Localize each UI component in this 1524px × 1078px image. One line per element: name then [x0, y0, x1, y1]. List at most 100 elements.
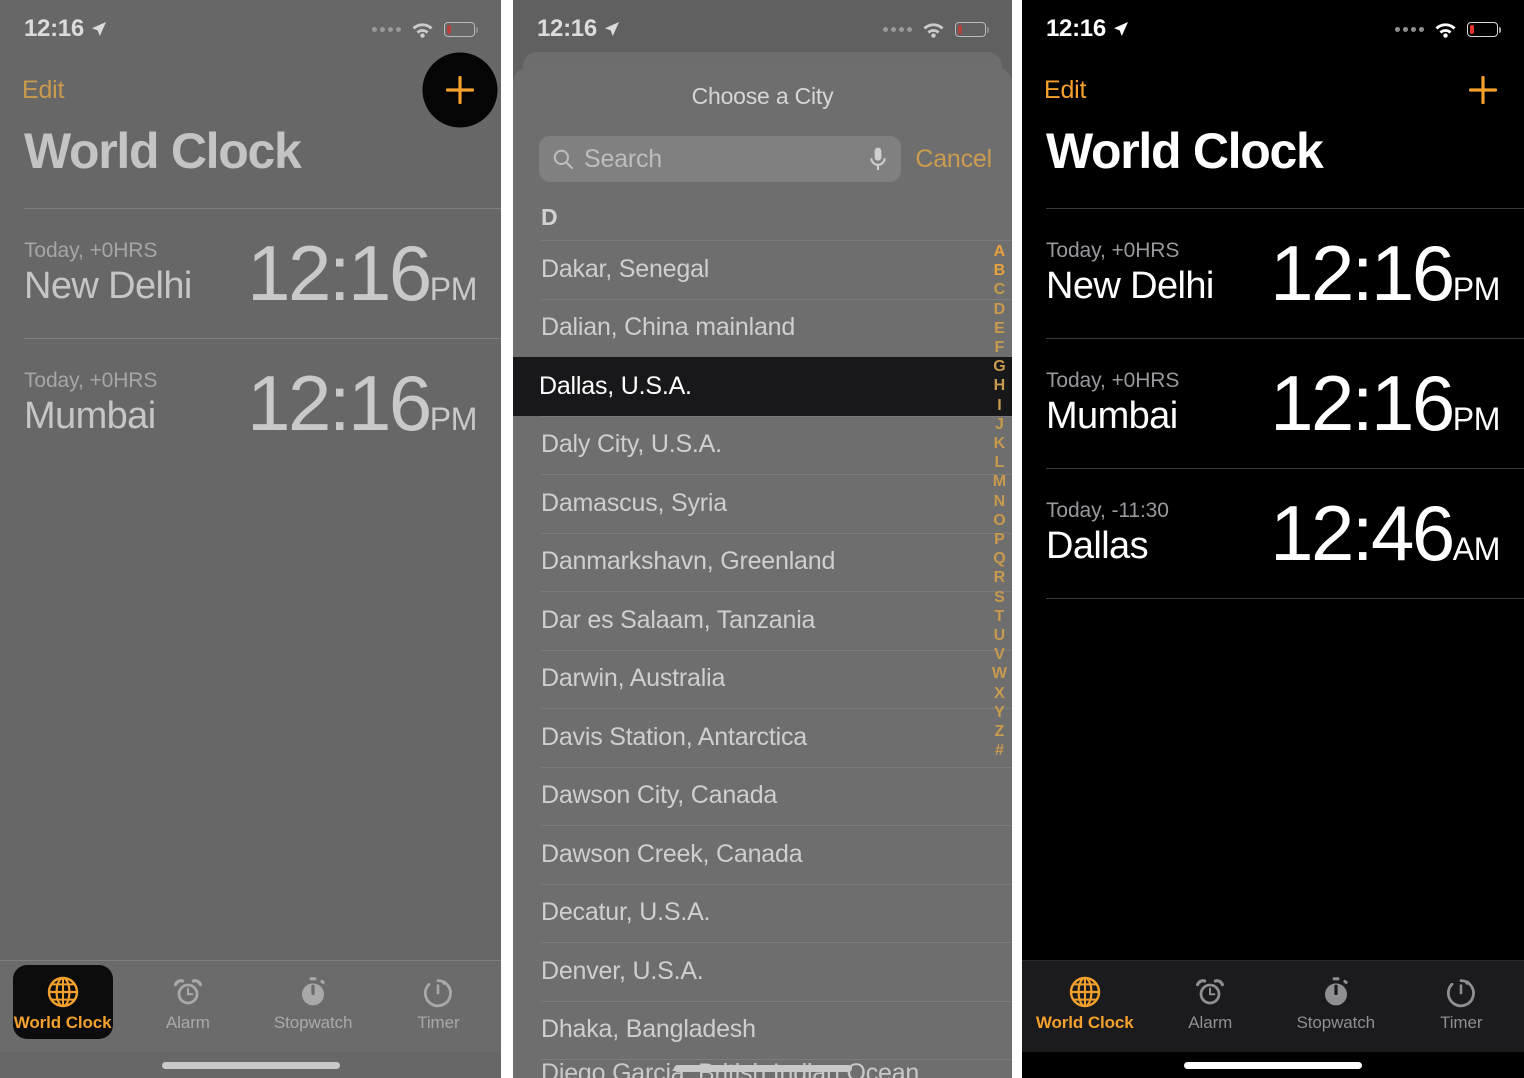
alpha-index-letter[interactable]: S: [994, 588, 1005, 607]
clock-row[interactable]: Today, +0HRS Mumbai 12:16 PM: [1046, 338, 1524, 468]
list-item[interactable]: Dalian, China mainland: [513, 298, 1012, 358]
alpha-index-letter[interactable]: A: [994, 242, 1006, 261]
alpha-index-letter[interactable]: X: [994, 684, 1005, 703]
clock-offset: Today, -11:30: [1046, 498, 1169, 522]
alpha-index-letter[interactable]: J: [995, 415, 1004, 434]
alpha-index-letter[interactable]: U: [994, 626, 1006, 645]
timer-icon: [1447, 979, 1476, 1008]
tab-stopwatch[interactable]: Stopwatch: [1273, 969, 1399, 1033]
battery-low-icon: [1467, 21, 1501, 37]
search-bar: Search Cancel: [513, 124, 1012, 194]
tab-world-clock[interactable]: World Clock: [0, 965, 125, 1039]
alpha-index-letter[interactable]: L: [995, 453, 1005, 472]
sheet-title: Choose a City: [691, 82, 834, 109]
clock-city: New Delhi: [1046, 264, 1214, 307]
location-arrow-icon: [604, 22, 619, 36]
search-icon: [553, 149, 574, 170]
alpha-index-letter[interactable]: V: [994, 645, 1005, 664]
alpha-index-letter[interactable]: I: [997, 396, 1001, 415]
clock-row[interactable]: Today, -11:30 Dallas 12:46 AM: [1046, 468, 1524, 598]
status-bar: 12:16: [1022, 0, 1524, 58]
list-item[interactable]: Dar es Salaam, Tanzania: [513, 591, 1012, 650]
alpha-index-letter[interactable]: R: [994, 568, 1006, 587]
search-input[interactable]: Search: [539, 136, 902, 182]
alpha-index-letter[interactable]: C: [994, 280, 1006, 299]
list-item[interactable]: Davis Station, Antarctica: [513, 708, 1012, 767]
world-clock-list: Today, +0HRS New Delhi 12:16 PM Today, +…: [1022, 208, 1524, 960]
battery-low-icon: [955, 21, 989, 37]
alpha-index-letter[interactable]: E: [994, 319, 1005, 338]
list-item[interactable]: Dawson City, Canada: [513, 766, 1012, 826]
alpha-index-letter[interactable]: N: [994, 492, 1006, 511]
cancel-button[interactable]: Cancel: [915, 145, 992, 174]
list-item[interactable]: Daly City, U.S.A.: [513, 415, 1012, 475]
list-item[interactable]: Dawson Creek, Canada: [513, 825, 1012, 884]
stopwatch-icon: [302, 977, 325, 1006]
tab-stopwatch[interactable]: Stopwatch: [251, 969, 376, 1033]
list-item[interactable]: Damascus, Syria: [513, 474, 1012, 533]
alpha-index-letter[interactable]: #: [995, 741, 1004, 760]
panel-world-clock-dimmed: 12:16 Edit World Clock Today, +0HRS New …: [0, 0, 501, 1078]
city-list[interactable]: Dakar, Senegal Dalian, China mainland Da…: [513, 240, 1012, 1078]
list-item[interactable]: Danmarkshavn, Greenland: [513, 532, 1012, 592]
search-placeholder: Search: [584, 144, 663, 173]
home-indicator[interactable]: [0, 1052, 501, 1078]
clock-offset: Today, +0HRS: [1046, 238, 1180, 262]
tab-label: Alarm: [1188, 1013, 1233, 1032]
home-indicator[interactable]: [513, 1065, 1012, 1072]
tab-bar: World Clock Alarm Stopwatch Timer: [0, 960, 501, 1052]
cellular-dots-icon: [372, 26, 401, 32]
tab-world-clock[interactable]: World Clock: [1022, 969, 1148, 1033]
list-item[interactable]: Decatur, U.S.A.: [513, 883, 1012, 943]
clock-offset: Today, +0HRS: [24, 368, 158, 392]
alphabet-index[interactable]: A B C D E F G H I J K L M N O P Q R S T …: [992, 242, 1007, 760]
alpha-index-letter[interactable]: B: [994, 261, 1006, 280]
microphone-icon[interactable]: [868, 146, 888, 172]
add-city-button[interactable]: [1464, 71, 1502, 109]
cellular-dots-icon: [1395, 26, 1424, 32]
alpha-index-letter[interactable]: F: [995, 338, 1005, 357]
list-item[interactable]: Denver, U.S.A.: [513, 942, 1012, 1001]
tab-label: Stopwatch: [1296, 1013, 1376, 1032]
list-item-selected[interactable]: Dallas, U.S.A.: [513, 357, 1012, 416]
clock-offset: Today, +0HRS: [1046, 368, 1180, 392]
alpha-index-letter[interactable]: H: [994, 376, 1006, 395]
list-item[interactable]: Darwin, Australia: [513, 649, 1012, 709]
plus-icon: [446, 76, 474, 104]
wifi-icon: [412, 23, 433, 38]
alpha-index-letter[interactable]: Y: [994, 703, 1005, 722]
status-time: 12:16: [537, 15, 597, 42]
alpha-index-letter[interactable]: K: [994, 434, 1006, 453]
edit-button[interactable]: Edit: [1044, 76, 1086, 105]
list-item[interactable]: Dakar, Senegal: [513, 240, 1012, 299]
tab-alarm[interactable]: Alarm: [125, 969, 250, 1033]
clock-row[interactable]: Today, +0HRS New Delhi 12:16 PM: [24, 208, 501, 338]
home-indicator[interactable]: [1022, 1052, 1524, 1078]
battery-low-icon: [444, 21, 478, 37]
section-header: D: [541, 203, 558, 230]
edit-button[interactable]: Edit: [22, 76, 64, 105]
list-item[interactable]: Dhaka, Bangladesh: [513, 1000, 1012, 1060]
alpha-index-letter[interactable]: T: [995, 607, 1005, 626]
tab-alarm[interactable]: Alarm: [1148, 969, 1274, 1033]
alpha-index-letter[interactable]: Q: [993, 549, 1005, 568]
clock-row[interactable]: Today, +0HRS New Delhi 12:16 PM: [1046, 208, 1524, 338]
alpha-index-letter[interactable]: Z: [995, 722, 1005, 741]
clock-time: 12:16: [247, 229, 432, 317]
alpha-index-letter[interactable]: O: [993, 511, 1005, 530]
alpha-index-letter[interactable]: M: [993, 472, 1006, 491]
add-city-button[interactable]: [422, 52, 498, 128]
alpha-index-letter[interactable]: G: [993, 357, 1005, 376]
tab-bar: World Clock Alarm Stopwatch Timer: [1022, 960, 1524, 1052]
tab-timer[interactable]: Timer: [376, 969, 501, 1033]
tab-timer[interactable]: Timer: [1399, 969, 1524, 1033]
nav-bar: Edit: [0, 52, 501, 128]
alpha-index-letter[interactable]: D: [994, 300, 1006, 319]
world-clock-list: Today, +0HRS New Delhi 12:16 PM Today, +…: [0, 208, 501, 960]
page-title: World Clock: [1046, 123, 1324, 179]
alpha-index-letter[interactable]: W: [992, 664, 1007, 683]
alpha-index-letter[interactable]: P: [994, 530, 1005, 549]
alarm-clock-icon: [173, 979, 202, 1005]
clock-row[interactable]: Today, +0HRS Mumbai 12:16 PM: [24, 338, 501, 468]
status-time: 12:16: [1046, 15, 1106, 42]
